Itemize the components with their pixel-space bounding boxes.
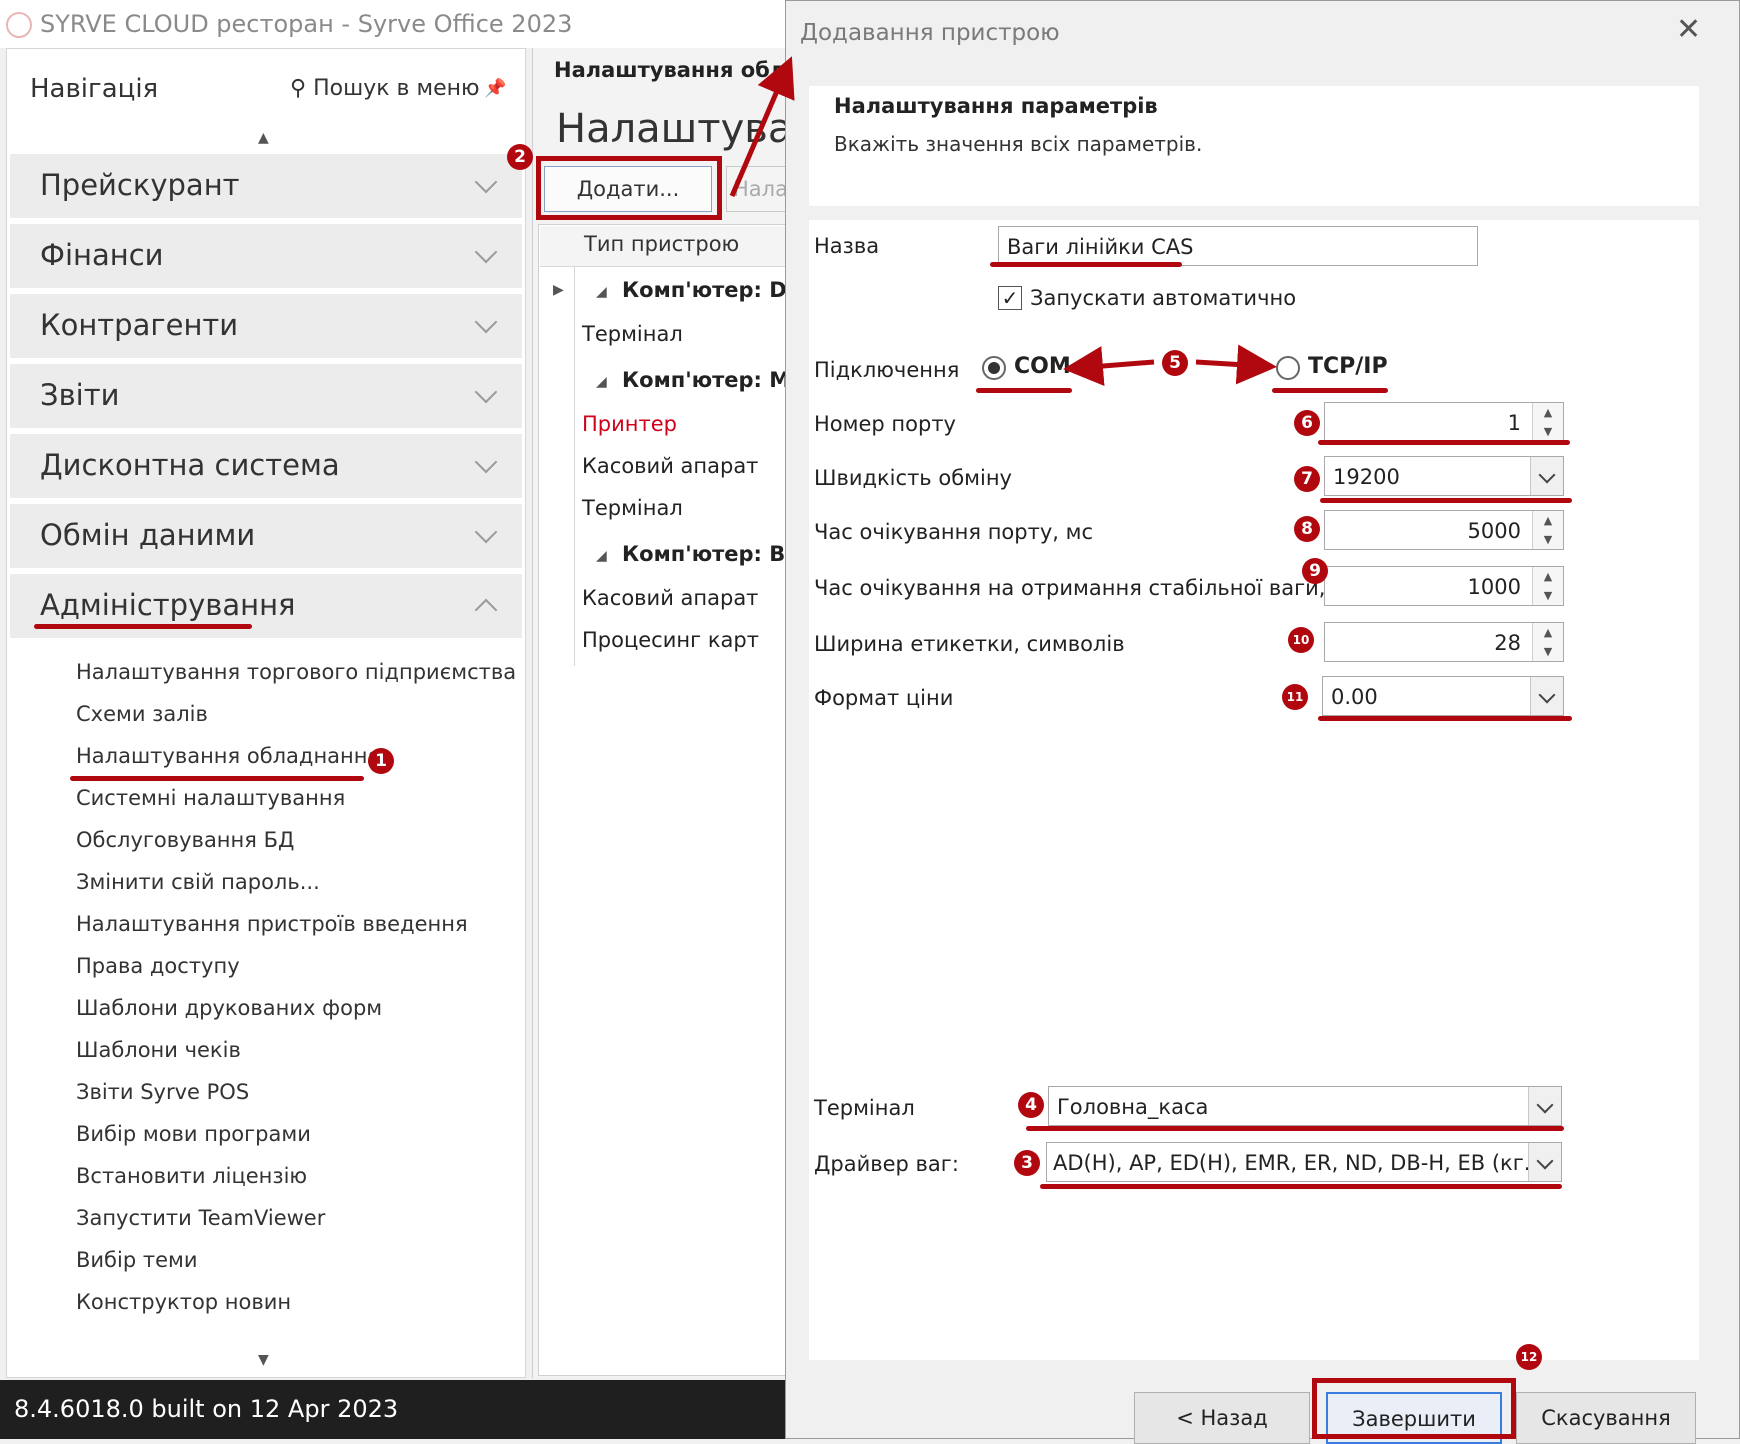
arrow-to-dialog: [729, 56, 795, 197]
arrow-to-tcpip: [1195, 344, 1277, 385]
arrow-to-com: [1063, 346, 1155, 386]
annotation-arrows: [729, 56, 1277, 386]
